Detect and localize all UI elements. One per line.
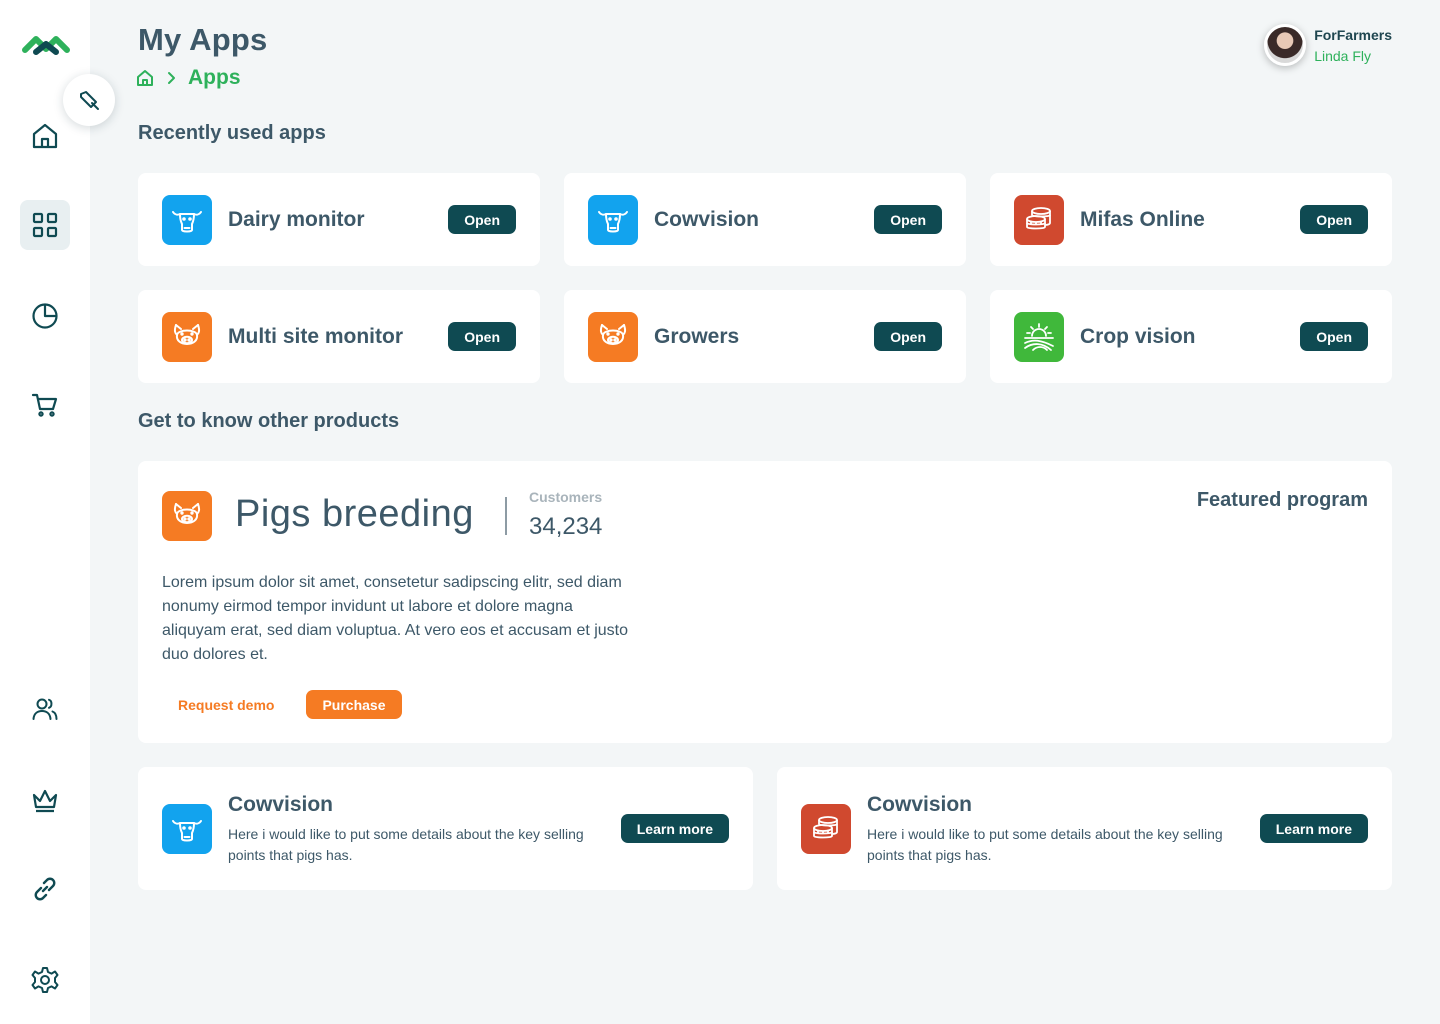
sidebar-item-home[interactable]	[20, 111, 70, 161]
open-button[interactable]: Open	[874, 205, 942, 234]
link-icon	[34, 877, 56, 901]
promo-description: Here i would like to put some details ab…	[867, 826, 1223, 863]
featured-program-label: Featured program	[1196, 489, 1368, 511]
request-demo-button[interactable]: Request demo	[162, 691, 290, 719]
pig-icon	[162, 311, 212, 362]
crown-icon	[32, 789, 58, 813]
chevron-right-icon	[168, 72, 175, 84]
app-name: Multi site monitor	[228, 324, 403, 348]
cow-icon	[162, 194, 212, 245]
divider	[505, 497, 507, 535]
coins-icon	[1014, 194, 1064, 245]
sidebar-item-shop[interactable]	[20, 380, 70, 430]
pie-chart-icon	[32, 303, 58, 329]
app-card-cowvision[interactable]: Cowvision Open	[564, 173, 966, 266]
home-icon	[32, 123, 58, 149]
promo-card-cowvision-2: Cowvision Here i would like to put some …	[777, 767, 1392, 890]
app-name: Cowvision	[654, 207, 760, 231]
open-button[interactable]: Open	[874, 322, 942, 351]
sun-field-icon	[1014, 311, 1064, 362]
cow-icon	[588, 194, 638, 245]
app-card-growers[interactable]: Growers Open	[564, 290, 966, 383]
pig-icon	[162, 491, 212, 541]
avatar[interactable]	[1264, 24, 1307, 66]
sidebar-item-premium[interactable]	[20, 775, 70, 825]
home-icon[interactable]	[136, 69, 154, 87]
users-icon	[32, 698, 58, 720]
sidebar-item-users[interactable]	[20, 684, 70, 734]
open-button[interactable]: Open	[1300, 205, 1368, 234]
app-card-crop-vision[interactable]: Crop vision Open	[990, 290, 1392, 383]
app-card-multi-site-monitor[interactable]: Multi site monitor Open	[138, 290, 540, 383]
open-button[interactable]: Open	[448, 322, 516, 351]
promo-card-cowvision: Cowvision Here i would like to put some …	[138, 767, 753, 890]
app-name: Crop vision	[1080, 324, 1196, 348]
app-name: Growers	[654, 324, 740, 348]
customers-label: Customers	[529, 489, 603, 505]
open-button[interactable]: Open	[1300, 322, 1368, 351]
sidebar-item-links[interactable]	[20, 864, 70, 914]
promo-description: Here i would like to put some details ab…	[228, 826, 584, 863]
sidebar-item-apps[interactable]	[20, 200, 70, 250]
promo-title: Cowvision	[228, 793, 334, 816]
apps-grid-icon	[32, 212, 58, 238]
pig-icon	[588, 311, 638, 362]
app-name: Mifas Online	[1080, 207, 1205, 231]
featured-product-description: Lorem ipsum dolor sit amet, consetetur s…	[162, 574, 629, 663]
app-card-dairy-monitor[interactable]: Dairy monitor Open	[138, 173, 540, 266]
app-name: Dairy monitor	[228, 207, 365, 231]
open-button[interactable]: Open	[448, 205, 516, 234]
logo-icon[interactable]	[22, 30, 70, 60]
sidebar-item-settings[interactable]	[20, 955, 70, 1005]
learn-more-button[interactable]: Learn more	[620, 814, 729, 843]
settings-icon	[31, 967, 59, 993]
recent-apps-title: Recently used apps	[138, 122, 326, 144]
cow-icon	[162, 804, 212, 854]
breadcrumb-current[interactable]: Apps	[188, 66, 241, 90]
promo-title: Cowvision	[867, 793, 973, 816]
customers-count: 34,234	[529, 513, 603, 540]
pin-sidebar-button[interactable]	[63, 74, 115, 126]
pin-icon	[80, 91, 99, 110]
user-menu[interactable]: ForFarmers Linda Fly	[1264, 24, 1392, 66]
other-products-title: Get to know other products	[138, 410, 400, 432]
sidebar	[0, 0, 90, 1024]
coins-icon	[801, 804, 851, 854]
user-name: Linda Fly	[1314, 47, 1371, 64]
page-title: My Apps	[138, 22, 268, 57]
learn-more-button[interactable]: Learn more	[1259, 814, 1368, 843]
user-organization: ForFarmers	[1314, 26, 1392, 43]
purchase-button[interactable]: Purchase	[306, 690, 402, 719]
breadcrumb: Apps	[136, 66, 241, 90]
cart-icon	[31, 393, 58, 417]
app-card-mifas-online[interactable]: Mifas Online Open	[990, 173, 1392, 266]
featured-product-card: Pigs breeding Customers 34,234 Featured …	[138, 461, 1392, 743]
featured-product-name: Pigs breeding	[235, 493, 474, 535]
sidebar-item-analytics[interactable]	[20, 291, 70, 341]
